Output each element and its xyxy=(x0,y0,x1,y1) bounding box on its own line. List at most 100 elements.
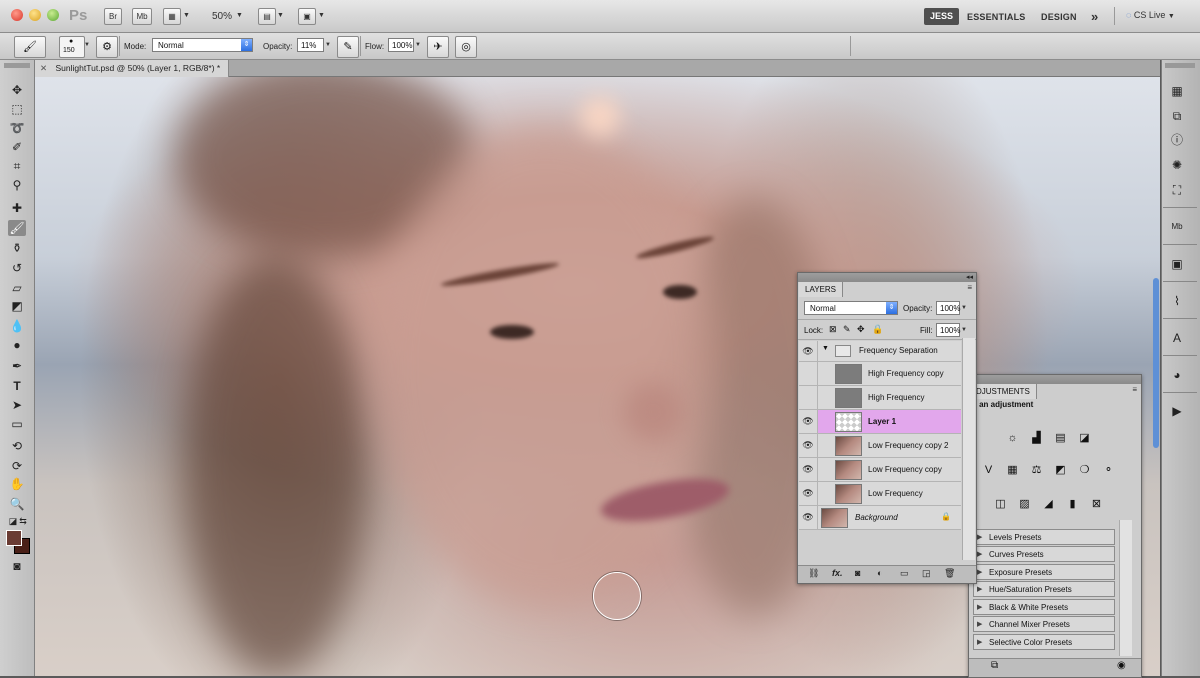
workspace-jess[interactable]: JESS xyxy=(924,8,960,25)
preset-group[interactable]: ▶ Black & White Presets xyxy=(973,599,1115,615)
fill-dropdown[interactable]: ▼ xyxy=(961,323,969,337)
posterize-icon[interactable]: ▨ xyxy=(1017,497,1032,512)
crop-icon[interactable]: ⌗ xyxy=(8,158,26,174)
layer-row-layer-1[interactable]: 👁 Layer 1 xyxy=(799,410,961,434)
layer-opacity-dropdown[interactable]: ▼ xyxy=(961,301,969,315)
layer-row-low-frequency-copy-2[interactable]: 👁 Low Frequency copy 2 xyxy=(799,434,961,458)
screen-mode-dropdown[interactable]: ▼ xyxy=(318,12,325,19)
adjustment-layer-icon[interactable]: ◐ xyxy=(877,568,882,578)
history-brush-icon[interactable]: ↺ xyxy=(8,260,26,276)
zoom-level[interactable]: 50% xyxy=(212,11,232,22)
spot-heal-icon[interactable]: ✚ xyxy=(8,200,26,216)
workspace-design[interactable]: DESIGN xyxy=(1041,12,1077,22)
cs-live-menu[interactable]: ◌ CS Live ▼ xyxy=(1126,10,1175,20)
lock-pixels-icon[interactable]: ✎ xyxy=(843,324,851,335)
more-workspaces-button[interactable]: » xyxy=(1091,9,1098,24)
group-expand-triangle-icon[interactable]: ▼ xyxy=(822,345,829,352)
close-icon[interactable]: ✕ xyxy=(40,63,47,73)
launch-minibridge-button[interactable]: Mb xyxy=(132,8,152,25)
color-balance-icon[interactable]: ⚖ xyxy=(1029,463,1044,478)
layer-row-low-frequency-copy[interactable]: 👁 Low Frequency copy xyxy=(799,458,961,482)
view-extras-dropdown[interactable]: ▼ xyxy=(183,12,190,19)
layer-row-high-frequency-copy[interactable]: High Frequency copy xyxy=(799,362,961,386)
eraser-icon[interactable]: ▱ xyxy=(8,280,26,296)
document-tab[interactable]: ✕ SunlightTut.psd @ 50% (Layer 1, RGB/8*… xyxy=(34,60,230,77)
threshold-icon[interactable]: ◢ xyxy=(1041,497,1056,512)
arrange-dropdown[interactable]: ▼ xyxy=(277,12,284,19)
eye-icon[interactable]: 👁 xyxy=(799,410,818,433)
swap-colors-icon[interactable]: ⇆ xyxy=(14,513,32,529)
levels-icon[interactable]: ▟ xyxy=(1029,431,1044,446)
panel-menu-icon[interactable]: ≡ xyxy=(1132,385,1137,394)
opacity-dropdown[interactable]: ▼ xyxy=(325,38,333,52)
photo-filter-icon[interactable]: ❍ xyxy=(1077,463,1092,478)
panel-titlebar[interactable] xyxy=(969,375,1141,384)
3d-orbit-icon[interactable]: ⟳ xyxy=(8,458,26,474)
exposure-icon[interactable]: ◪ xyxy=(1077,431,1092,446)
eye-icon[interactable]: 👁 xyxy=(799,434,818,457)
eye-icon[interactable]: 👁 xyxy=(799,506,818,529)
quick-mask-icon[interactable]: ◙ xyxy=(8,558,26,574)
collapse-panel-icon[interactable]: ◂◂ xyxy=(966,273,973,281)
character-icon[interactable]: A xyxy=(1168,329,1186,347)
lasso-icon[interactable]: ➰ xyxy=(8,120,26,136)
eye-icon[interactable]: 👁 xyxy=(799,458,818,481)
shape-icon[interactable]: ▭ xyxy=(8,416,26,432)
dock-grip[interactable] xyxy=(1165,63,1195,68)
curves-icon[interactable]: ▤ xyxy=(1053,431,1068,446)
zoom-window-button[interactable] xyxy=(47,9,59,21)
3d-rotate-icon[interactable]: ⟲ xyxy=(8,438,26,454)
gradient-icon[interactable]: ◩ xyxy=(8,298,26,314)
canvas-vertical-scrollbar[interactable] xyxy=(1153,278,1159,448)
flow-dropdown[interactable]: ▼ xyxy=(415,38,423,52)
histogram-icon[interactable]: ▦ xyxy=(1168,82,1186,100)
dodge-icon[interactable]: ● xyxy=(8,337,26,353)
type-icon[interactable]: T xyxy=(8,378,26,394)
hand-icon[interactable]: ✋ xyxy=(8,476,26,492)
hue-saturation-icon[interactable]: ▦ xyxy=(1005,463,1020,478)
add-mask-icon[interactable]: ◙ xyxy=(855,568,860,578)
brush-icon[interactable]: 🖌 xyxy=(8,220,26,236)
marquee-icon[interactable]: ⬚ xyxy=(8,101,26,117)
panel-menu-icon[interactable]: ≡ xyxy=(967,283,972,292)
panel-titlebar[interactable] xyxy=(798,273,976,282)
actions-icon[interactable]: ▶ xyxy=(1168,402,1186,420)
pressure-size-toggle[interactable]: ◎ xyxy=(455,36,477,58)
preset-group[interactable]: ▶ Selective Color Presets xyxy=(973,634,1115,650)
pen-icon[interactable]: ✒ xyxy=(8,358,26,374)
transform-icon[interactable]: ⛶ xyxy=(1168,181,1186,199)
gradient-map-icon[interactable]: ▮ xyxy=(1065,497,1080,512)
brush-panel-toggle[interactable]: ⚙ xyxy=(96,36,118,58)
lock-position-icon[interactable]: ✥ xyxy=(857,324,865,335)
color-icon[interactable]: ✺ xyxy=(1168,156,1186,174)
zoom-icon[interactable]: 🔍 xyxy=(8,496,26,512)
minimize-window-button[interactable] xyxy=(29,9,41,21)
pressure-opacity-toggle[interactable]: ✎ xyxy=(337,36,359,58)
tool-preset-picker[interactable]: 🖌 xyxy=(14,36,46,58)
visibility-toggle-hidden[interactable] xyxy=(799,362,818,385)
layer-row-low-frequency[interactable]: 👁 Low Frequency xyxy=(799,482,961,506)
link-layers-icon[interactable]: ⛓ xyxy=(808,568,819,579)
brush-preset-icon[interactable]: ⌇ xyxy=(1168,292,1186,310)
preset-group[interactable]: ▶ Curves Presets xyxy=(973,546,1115,562)
minibridge-icon[interactable]: Mb xyxy=(1168,218,1186,236)
navigator-icon[interactable]: ⧉ xyxy=(1168,107,1186,125)
foreground-color-swatch[interactable] xyxy=(6,530,22,546)
preset-group[interactable]: ▶ Channel Mixer Presets xyxy=(973,616,1115,632)
brightness-contrast-icon[interactable]: ☼ xyxy=(1005,431,1020,446)
view-extras-button[interactable]: ▦ xyxy=(163,8,181,25)
move-icon[interactable]: ✥ xyxy=(8,82,26,98)
layer-row-frequency-separation[interactable]: 👁 ▼ Frequency Separation xyxy=(799,341,961,362)
screen-mode-button[interactable]: ▣ xyxy=(298,8,316,25)
tools-panel-grip[interactable] xyxy=(4,63,30,68)
zoom-dropdown[interactable]: ▼ xyxy=(236,12,243,19)
blend-mode-select[interactable]: Normal ⇕ xyxy=(804,301,898,315)
layers-tab[interactable]: LAYERS xyxy=(799,282,843,297)
brush-picker-dropdown[interactable]: ▼ xyxy=(84,38,92,52)
new-group-icon[interactable]: ▭ xyxy=(900,568,909,579)
fill-input[interactable]: 100% xyxy=(936,323,960,337)
fx-icon[interactable]: fx. xyxy=(832,568,843,578)
eye-icon[interactable]: 👁 xyxy=(799,341,818,361)
layer-row-high-frequency[interactable]: High Frequency xyxy=(799,386,961,410)
preset-group[interactable]: ▶ Hue/Saturation Presets xyxy=(973,581,1115,597)
